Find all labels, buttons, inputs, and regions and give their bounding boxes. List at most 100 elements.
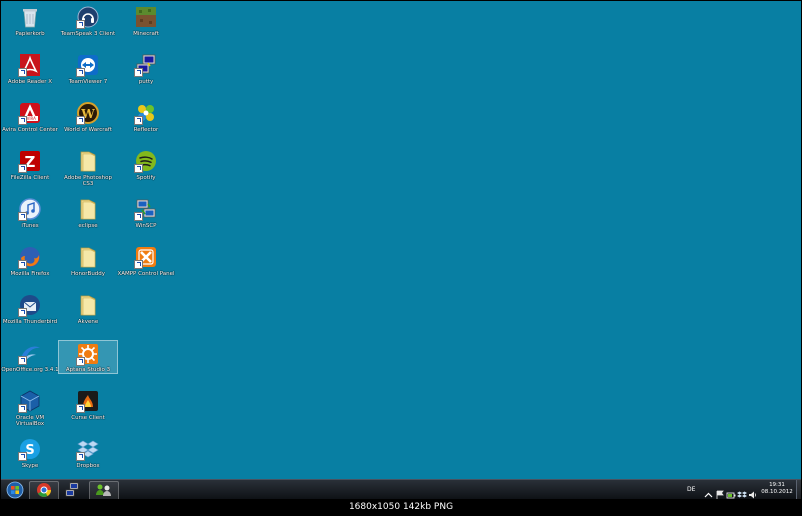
xampp-icon [134,245,158,269]
taskbar-chrome-button[interactable] [29,481,59,499]
desktop-icon-skype[interactable]: S Skype [1,433,59,479]
desktop-icon-dropbox[interactable]: Dropbox [59,433,117,479]
desktop-icon-label: Reflector [133,127,159,133]
desktop-icon-label: XAMPP Control Panel [117,271,175,277]
desktop-icon-openoffice[interactable]: OpenOffice.org 3.4.1 [1,337,59,383]
desktop-icon-label: Curse Client [71,415,105,421]
desktop-icon-filezilla[interactable]: Z FileZilla Client [1,145,59,191]
spotify-icon [134,149,158,173]
desktop-icon-label: eclipse [78,223,98,229]
adobe-reader-icon [18,53,42,77]
shortcut-arrow-icon [134,68,143,77]
desktop-icon-aptana-studio[interactable]: Aptana Studio 3 [58,340,118,374]
shortcut-arrow-icon [18,116,27,125]
folder-icon [76,293,100,317]
desktop-icon-label: FileZilla Client [10,175,50,181]
skype-icon: S [18,437,42,461]
desktop-icon-avira[interactable]: AVIRA Avira Control Center [1,97,59,143]
desktop-icon-adobe-photoshop[interactable]: Adobe Photoshop CS3 [59,145,117,191]
shortcut-arrow-icon [134,116,143,125]
shortcut-arrow-icon [76,357,85,366]
desktop-icon-label: Minecraft [133,31,159,37]
desktop-icon-reflector[interactable]: Reflector [117,97,175,143]
shortcut-arrow-icon [18,164,27,173]
desktop[interactable]: Papierkorb Adobe Reader X AVIRA Avira Co… [1,1,801,479]
desktop-icon-adobe-reader[interactable]: Adobe Reader X [1,49,59,95]
reflector-icon [134,101,158,125]
action-center-icon[interactable] [715,485,725,499]
shortcut-arrow-icon [76,452,85,461]
recycle-bin-icon [18,5,42,29]
putty-icon [134,53,158,77]
filezilla-icon: Z [18,149,42,173]
desktop-icon-label: TeamSpeak 3 Client [60,31,116,37]
teamspeak-icon [76,5,100,29]
network-icon [65,482,79,497]
itunes-icon [18,197,42,221]
shortcut-arrow-icon [18,260,27,269]
minecraft-icon [134,5,158,29]
desktop-icon-label: Oracle VM VirtualBox [15,415,45,427]
shortcut-arrow-icon [134,212,143,221]
shortcut-arrow-icon [18,404,27,413]
desktop-icon-virtualbox[interactable]: Oracle VM VirtualBox [1,385,59,431]
desktop-icon-label: HonorBuddy [70,271,106,277]
desktop-icon-akvene[interactable]: Akvene [59,289,117,335]
desktop-icon-label: Aptana Studio 3 [65,367,111,373]
desktop-icon-world-of-warcraft[interactable]: W World of Warcraft [59,97,117,143]
desktop-icon-putty[interactable]: putty [117,49,175,95]
shortcut-arrow-icon [76,116,85,125]
desktop-icon-spotify[interactable]: Spotify [117,145,175,191]
desktop-icon-label: WinSCP [135,223,157,229]
desktop-icon-label: Papierkorb [15,31,45,37]
desktop-icon-winscp[interactable]: WinSCP [117,193,175,239]
show-desktop-button[interactable] [796,480,801,499]
desktop-icon-itunes[interactable]: iTunes [1,193,59,239]
desktop-icon-teamspeak[interactable]: TeamSpeak 3 Client [59,1,117,47]
shortcut-arrow-icon [18,308,27,317]
shortcut-arrow-icon [76,68,85,77]
desktop-icon-xampp[interactable]: XAMPP Control Panel [117,241,175,287]
desktop-icon-label: Adobe Photoshop CS3 [63,175,113,187]
virtualbox-icon [18,389,42,413]
desktop-icon-label: Adobe Reader X [7,79,53,85]
volume-icon[interactable] [748,485,758,499]
desktop-icon-label: iTunes [21,223,39,229]
dropbox-tray-icon[interactable] [737,485,747,498]
taskbar-network-button[interactable] [61,481,85,499]
winscp-icon [134,197,158,221]
avira-icon: AVIRA [18,101,42,125]
desktop-icon-label: putty [138,79,154,85]
aptana-icon [76,342,100,366]
chrome-icon [37,483,51,497]
desktop-icon-label: Avira Control Center [2,127,58,133]
clock[interactable]: 19:31 08.10.2012 [759,482,795,499]
desktop-icon-firefox[interactable]: Mozilla Firefox [1,241,59,287]
desktop-icon-teamviewer[interactable]: TeamViewer 7 [59,49,117,95]
teamviewer-icon [76,53,100,77]
image-info-caption: 1680x1050 142kb PNG [348,502,454,512]
world-of-warcraft-icon: W [76,101,100,125]
curse-icon [76,389,100,413]
shortcut-arrow-icon [134,260,143,269]
desktop-icon-label: Skype [21,463,39,469]
desktop-icon-honorbuddy[interactable]: HonorBuddy [59,241,117,287]
desktop-icon-recycle-bin[interactable]: Papierkorb [1,1,59,47]
screen: Papierkorb Adobe Reader X AVIRA Avira Co… [1,1,801,499]
tray-arrow-icon[interactable] [704,485,713,498]
desktop-icon-label: Akvene [77,319,99,325]
power-icon[interactable] [726,485,736,499]
taskbar-people-button[interactable] [89,481,119,499]
desktop-icon-label: Spotify [136,175,156,181]
desktop-icon-minecraft[interactable]: Minecraft [117,1,175,47]
shortcut-arrow-icon [18,212,27,221]
firefox-icon [18,245,42,269]
desktop-icon-eclipse[interactable]: eclipse [59,193,117,239]
start-orb-icon [6,481,24,499]
desktop-icon-label: World of Warcraft [64,127,112,133]
language-indicator[interactable]: DE [687,486,695,499]
desktop-icon-curse-client[interactable]: Curse Client [59,385,117,431]
desktop-icon-thunderbird[interactable]: Mozilla Thunderbird [1,289,59,335]
start-button[interactable] [5,481,25,499]
shortcut-arrow-icon [18,68,27,77]
